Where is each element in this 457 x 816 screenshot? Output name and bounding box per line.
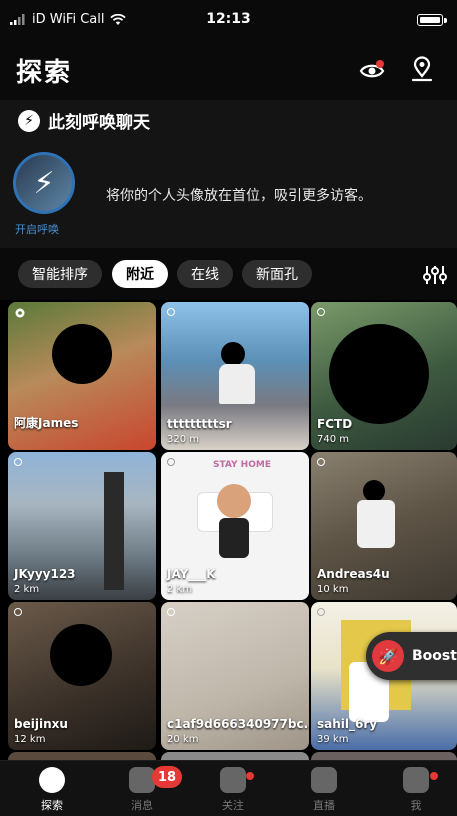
profile-card[interactable]: [161, 752, 309, 760]
call-avatar-button[interactable]: ⚡: [13, 152, 75, 214]
window-frame: [104, 472, 124, 590]
person-body: [219, 364, 255, 404]
face-mask: [52, 324, 112, 384]
profile-distance: 20 km: [167, 734, 199, 745]
face-mask: [221, 342, 245, 366]
compass-icon: [39, 767, 65, 793]
profile-grid: 阿康James tttttttttsr 320 m FCTD 740 m JKy…: [0, 300, 457, 760]
tab-explore[interactable]: 探索: [22, 767, 82, 813]
profile-card[interactable]: Andreas4u 10 km: [311, 452, 457, 600]
face-mask: [363, 480, 385, 502]
profile-card[interactable]: [8, 752, 156, 760]
following-notification-dot: [246, 772, 254, 780]
tab-label: 直播: [313, 799, 335, 812]
profile-name: sahil_6ry: [317, 717, 378, 731]
filter-new-faces[interactable]: 新面孔: [242, 260, 312, 288]
online-status-icon: [167, 308, 175, 316]
profile-icon: [403, 767, 429, 793]
status-bar: iD WiFi Call 12:13: [0, 0, 457, 44]
profile-card[interactable]: c1af9d666340977bc... 20 km: [161, 602, 309, 750]
profile-name: c1af9d666340977bc...: [167, 717, 309, 731]
online-status-icon: [317, 608, 325, 616]
location-pin-icon[interactable]: [409, 56, 435, 84]
cartoon-body: [219, 518, 249, 558]
filter-smart-sort[interactable]: 智能排序: [18, 260, 102, 288]
boost-button[interactable]: 🚀 Boost: [366, 632, 457, 680]
profile-name: JKyyy123: [14, 567, 76, 581]
rocket-icon: 🚀: [372, 640, 404, 672]
header: 探索: [0, 44, 457, 100]
profile-distance: 12 km: [14, 734, 46, 745]
settings-gear-icon: [15, 308, 25, 318]
online-status-icon: [167, 458, 175, 466]
filter-bar: 智能排序 附近 在线 新面孔: [0, 248, 457, 300]
call-chat-section: ⚡ 此刻呼唤聊天 ⚡ 开启呼唤 将你的个人头像放在首位，吸引更多访客。: [0, 100, 457, 248]
feed-icon: [220, 767, 246, 793]
filter-sliders-icon[interactable]: [423, 264, 447, 286]
lightning-big-icon: ⚡: [33, 165, 55, 201]
visitors-eye-icon[interactable]: [359, 58, 385, 84]
tab-label: 我: [410, 799, 422, 812]
bottom-tab-bar: 探索 消息 关注 直播 我: [0, 760, 457, 816]
profile-card[interactable]: JKyyy123 2 km: [8, 452, 156, 600]
profile-distance: 740 m: [317, 434, 350, 445]
online-status-icon: [167, 608, 175, 616]
cartoon-face: [217, 484, 251, 518]
profile-distance: 320 m: [167, 434, 200, 445]
profile-card[interactable]: [311, 752, 457, 760]
call-heading: ⚡ 此刻呼唤聊天: [18, 108, 150, 133]
lightning-icon: ⚡: [18, 109, 40, 132]
stay-home-sticker: STAY HOME: [213, 460, 271, 470]
profile-distance: 2 km: [14, 584, 40, 595]
profile-name: 阿康James: [14, 416, 79, 430]
profile-card[interactable]: beijinxu 12 km: [8, 602, 156, 750]
online-status-icon: [317, 308, 325, 316]
profile-name: FCTD: [317, 417, 353, 431]
clock: 12:13: [206, 11, 251, 27]
profile-name: Andreas4u: [317, 567, 390, 581]
tab-label: 消息: [131, 799, 153, 812]
call-description: 将你的个人头像放在首位，吸引更多访客。: [106, 188, 372, 204]
profile-distance: 10 km: [317, 584, 349, 595]
tab-label: 探索: [41, 799, 63, 812]
online-status-icon: [317, 458, 325, 466]
filter-online[interactable]: 在线: [177, 260, 233, 288]
profile-name: JAY___K: [167, 567, 216, 581]
person-body: [357, 500, 395, 548]
profile-card[interactable]: tttttttttsr 320 m: [161, 302, 309, 450]
page-title: 探索: [16, 58, 73, 88]
messages-count-badge: 18: [152, 766, 183, 788]
face-mask: [329, 324, 429, 424]
profile-name: beijinxu: [14, 717, 68, 731]
online-status-icon: [14, 608, 22, 616]
profile-distance: 2 km: [167, 584, 193, 595]
face-mask: [50, 624, 112, 686]
start-call-label[interactable]: 开启呼唤: [15, 221, 59, 237]
live-icon: [311, 767, 337, 793]
tab-following[interactable]: 关注: [203, 767, 263, 813]
battery-icon: [417, 14, 447, 26]
me-notification-dot: [430, 772, 438, 780]
chat-icon: [129, 767, 155, 793]
call-heading-label: 此刻呼唤聊天: [48, 113, 150, 133]
tab-label: 关注: [222, 799, 244, 812]
tab-live[interactable]: 直播: [294, 767, 354, 813]
profile-name: tttttttttsr: [167, 417, 232, 431]
online-status-icon: [14, 458, 22, 466]
profile-card[interactable]: 阿康James: [8, 302, 156, 450]
profile-card[interactable]: FCTD 740 m: [311, 302, 457, 450]
boost-label: Boost: [412, 648, 457, 664]
profile-card[interactable]: STAY HOME JAY___K 2 km: [161, 452, 309, 600]
filter-nearby[interactable]: 附近: [112, 260, 168, 288]
profile-distance: 39 km: [317, 734, 349, 745]
